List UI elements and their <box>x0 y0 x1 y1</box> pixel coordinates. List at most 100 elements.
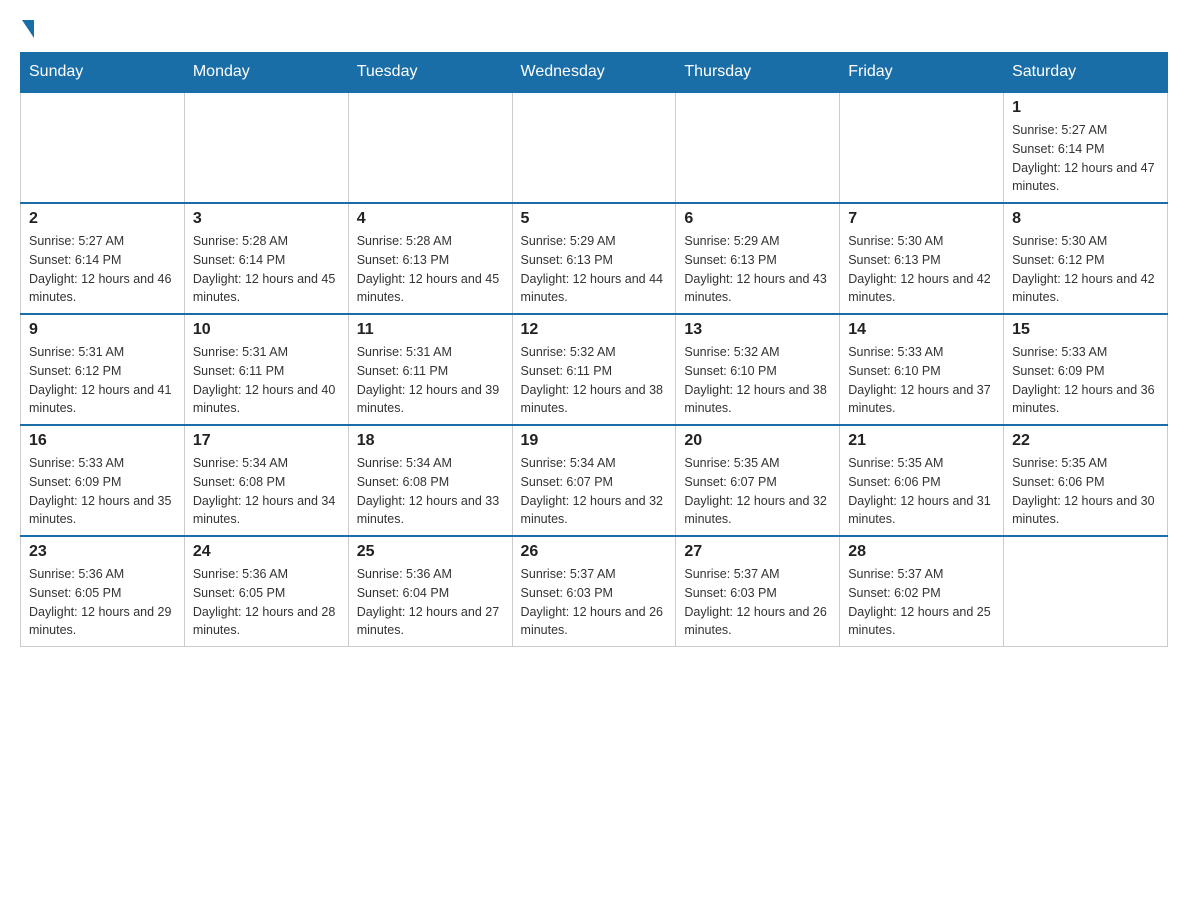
day-number: 6 <box>684 210 831 228</box>
day-number: 1 <box>1012 99 1159 117</box>
calendar-week-row: 1 Sunrise: 5:27 AMSunset: 6:14 PMDaylight… <box>21 92 1168 203</box>
day-number: 15 <box>1012 321 1159 339</box>
calendar-week-row: 16 Sunrise: 5:33 AMSunset: 6:09 PMDayligh… <box>21 425 1168 536</box>
calendar-cell: 6Sunrise: 5:29 AMSunset: 6:13 PMDaylight… <box>676 203 840 314</box>
day-number: 23 <box>29 543 176 561</box>
day-number: 21 <box>848 432 995 450</box>
day-number: 22 <box>1012 432 1159 450</box>
weekday-header-row: SundayMondayTuesdayWednesdayThursdayFrid… <box>21 53 1168 93</box>
calendar-header: SundayMondayTuesdayWednesdayThursdayFrid… <box>21 53 1168 93</box>
calendar-cell: 7 Sunrise: 5:30 AMSunset: 6:13 PMDaylight… <box>840 203 1004 314</box>
day-info: Sunrise: 5:31 AMSunset: 6:12 PMDaylight:… <box>29 343 176 418</box>
weekday-header-wednesday: Wednesday <box>512 53 676 93</box>
day-number: 8 <box>1012 210 1159 228</box>
day-number: 26 <box>521 543 668 561</box>
calendar-week-row: 23 Sunrise: 5:36 AMSunset: 6:05 PMDayligh… <box>21 536 1168 647</box>
calendar-cell: 23 Sunrise: 5:36 AMSunset: 6:05 PMDayligh… <box>21 536 185 647</box>
day-info: Sunrise: 5:27 AMSunset: 6:14 PMDaylight:… <box>1012 121 1159 196</box>
day-number: 24 <box>193 543 340 561</box>
calendar-cell: 15 Sunrise: 5:33 AMSunset: 6:09 PMDayligh… <box>1004 314 1168 425</box>
day-info: Sunrise: 5:36 AMSunset: 6:04 PMDaylight:… <box>357 565 504 640</box>
calendar-cell: 25 Sunrise: 5:36 AMSunset: 6:04 PMDayligh… <box>348 536 512 647</box>
calendar-week-row: 9 Sunrise: 5:31 AMSunset: 6:12 PMDaylight… <box>21 314 1168 425</box>
calendar-cell: 20 Sunrise: 5:35 AMSunset: 6:07 PMDayligh… <box>676 425 840 536</box>
day-number: 16 <box>29 432 176 450</box>
day-number: 25 <box>357 543 504 561</box>
day-info: Sunrise: 5:34 AMSunset: 6:07 PMDaylight:… <box>521 454 668 529</box>
weekday-header-monday: Monday <box>184 53 348 93</box>
calendar-cell: 3 Sunrise: 5:28 AMSunset: 6:14 PMDaylight… <box>184 203 348 314</box>
day-number: 13 <box>684 321 831 339</box>
day-number: 28 <box>848 543 995 561</box>
calendar-cell: 22 Sunrise: 5:35 AMSunset: 6:06 PMDayligh… <box>1004 425 1168 536</box>
calendar-cell <box>348 92 512 203</box>
day-number: 4 <box>357 210 504 228</box>
day-info: Sunrise: 5:35 AMSunset: 6:06 PMDaylight:… <box>848 454 995 529</box>
calendar-table: SundayMondayTuesdayWednesdayThursdayFrid… <box>20 52 1168 647</box>
calendar-cell <box>1004 536 1168 647</box>
day-number: 10 <box>193 321 340 339</box>
calendar-body: 1 Sunrise: 5:27 AMSunset: 6:14 PMDaylight… <box>21 92 1168 647</box>
day-info: Sunrise: 5:34 AMSunset: 6:08 PMDaylight:… <box>193 454 340 529</box>
day-number: 18 <box>357 432 504 450</box>
calendar-cell: 11Sunrise: 5:31 AMSunset: 6:11 PMDayligh… <box>348 314 512 425</box>
day-info: Sunrise: 5:37 AMSunset: 6:03 PMDaylight:… <box>521 565 668 640</box>
logo-arrow-icon <box>22 20 34 38</box>
day-number: 27 <box>684 543 831 561</box>
day-number: 7 <box>848 210 995 228</box>
calendar-cell: 14 Sunrise: 5:33 AMSunset: 6:10 PMDayligh… <box>840 314 1004 425</box>
weekday-header-tuesday: Tuesday <box>348 53 512 93</box>
day-info: Sunrise: 5:35 AMSunset: 6:07 PMDaylight:… <box>684 454 831 529</box>
day-info: Sunrise: 5:33 AMSunset: 6:09 PMDaylight:… <box>1012 343 1159 418</box>
calendar-cell: 10 Sunrise: 5:31 AMSunset: 6:11 PMDayligh… <box>184 314 348 425</box>
weekday-header-saturday: Saturday <box>1004 53 1168 93</box>
day-number: 14 <box>848 321 995 339</box>
day-number: 19 <box>521 432 668 450</box>
calendar-cell: 27 Sunrise: 5:37 AMSunset: 6:03 PMDayligh… <box>676 536 840 647</box>
day-info: Sunrise: 5:36 AMSunset: 6:05 PMDaylight:… <box>29 565 176 640</box>
day-info: Sunrise: 5:28 AMSunset: 6:14 PMDaylight:… <box>193 232 340 307</box>
day-number: 17 <box>193 432 340 450</box>
calendar-cell: 9 Sunrise: 5:31 AMSunset: 6:12 PMDaylight… <box>21 314 185 425</box>
day-info: Sunrise: 5:28 AMSunset: 6:13 PMDaylight:… <box>357 232 504 307</box>
day-number: 2 <box>29 210 176 228</box>
day-info: Sunrise: 5:34 AMSunset: 6:08 PMDaylight:… <box>357 454 504 529</box>
calendar-cell: 21 Sunrise: 5:35 AMSunset: 6:06 PMDayligh… <box>840 425 1004 536</box>
day-info: Sunrise: 5:37 AMSunset: 6:03 PMDaylight:… <box>684 565 831 640</box>
logo <box>20 20 46 36</box>
day-number: 11 <box>357 321 504 339</box>
calendar-cell <box>840 92 1004 203</box>
day-info: Sunrise: 5:36 AMSunset: 6:05 PMDaylight:… <box>193 565 340 640</box>
day-info: Sunrise: 5:33 AMSunset: 6:10 PMDaylight:… <box>848 343 995 418</box>
day-info: Sunrise: 5:35 AMSunset: 6:06 PMDaylight:… <box>1012 454 1159 529</box>
day-number: 9 <box>29 321 176 339</box>
calendar-cell: 5Sunrise: 5:29 AMSunset: 6:13 PMDaylight… <box>512 203 676 314</box>
calendar-cell: 18 Sunrise: 5:34 AMSunset: 6:08 PMDayligh… <box>348 425 512 536</box>
calendar-cell: 17 Sunrise: 5:34 AMSunset: 6:08 PMDayligh… <box>184 425 348 536</box>
day-info: Sunrise: 5:32 AMSunset: 6:10 PMDaylight:… <box>684 343 831 418</box>
day-info: Sunrise: 5:33 AMSunset: 6:09 PMDaylight:… <box>29 454 176 529</box>
day-number: 5 <box>521 210 668 228</box>
calendar-cell: 26 Sunrise: 5:37 AMSunset: 6:03 PMDayligh… <box>512 536 676 647</box>
calendar-cell: 28 Sunrise: 5:37 AMSunset: 6:02 PMDayligh… <box>840 536 1004 647</box>
calendar-cell: 24 Sunrise: 5:36 AMSunset: 6:05 PMDayligh… <box>184 536 348 647</box>
calendar-cell <box>184 92 348 203</box>
day-info: Sunrise: 5:32 AMSunset: 6:11 PMDaylight:… <box>521 343 668 418</box>
calendar-cell: 8 Sunrise: 5:30 AMSunset: 6:12 PMDaylight… <box>1004 203 1168 314</box>
weekday-header-sunday: Sunday <box>21 53 185 93</box>
calendar-cell: 16 Sunrise: 5:33 AMSunset: 6:09 PMDayligh… <box>21 425 185 536</box>
calendar-cell <box>21 92 185 203</box>
calendar-cell: 2 Sunrise: 5:27 AMSunset: 6:14 PMDaylight… <box>21 203 185 314</box>
calendar-cell: 4 Sunrise: 5:28 AMSunset: 6:13 PMDaylight… <box>348 203 512 314</box>
day-number: 20 <box>684 432 831 450</box>
day-number: 12 <box>521 321 668 339</box>
day-info: Sunrise: 5:37 AMSunset: 6:02 PMDaylight:… <box>848 565 995 640</box>
day-info: Sunrise: 5:27 AMSunset: 6:14 PMDaylight:… <box>29 232 176 307</box>
day-number: 3 <box>193 210 340 228</box>
calendar-cell: 1 Sunrise: 5:27 AMSunset: 6:14 PMDaylight… <box>1004 92 1168 203</box>
day-info: Sunrise: 5:30 AMSunset: 6:13 PMDaylight:… <box>848 232 995 307</box>
day-info: Sunrise: 5:30 AMSunset: 6:12 PMDaylight:… <box>1012 232 1159 307</box>
day-info: Sunrise: 5:31 AMSunset: 6:11 PMDaylight:… <box>193 343 340 418</box>
calendar-cell <box>512 92 676 203</box>
calendar-cell: 19 Sunrise: 5:34 AMSunset: 6:07 PMDayligh… <box>512 425 676 536</box>
